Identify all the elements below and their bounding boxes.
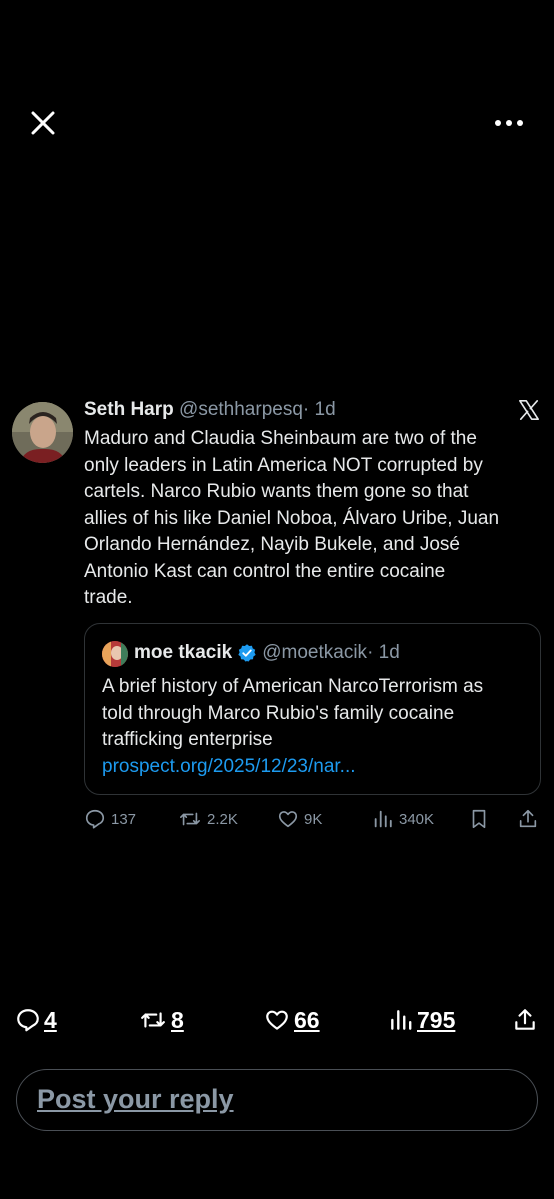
tweet-text-line: cartels. Narco Rubio wants them gone so … (84, 481, 469, 502)
avatar-image (12, 402, 73, 463)
repost-count: 2.2K (207, 810, 238, 828)
share-icon (515, 1009, 535, 1030)
like-count: 9K (304, 810, 323, 828)
share-action[interactable] (512, 1004, 538, 1036)
tweet-text: Maduro and Claudia Sheinbaum are two of … (84, 426, 544, 612)
tweet-like-count[interactable]: 9K (277, 806, 322, 832)
author-name[interactable]: Seth Harp (84, 399, 174, 420)
quoted-time: · 1d (367, 642, 400, 663)
tweet-text-line: Maduro and Claudia Sheinbaum are two of … (84, 428, 477, 449)
reply-input[interactable]: Post your reply (16, 1069, 538, 1131)
quoted-text: A brief history of American NarcoTerrori… (102, 674, 532, 780)
view-count: 340K (399, 810, 435, 828)
tweet-text-line: Orlando Hernández, Nayib Bukele, and Jos… (84, 534, 461, 555)
tweet-share[interactable] (517, 806, 544, 832)
reply-icon (17, 1009, 39, 1032)
reply-action[interactable]: 4 (15, 1004, 57, 1036)
reply-count: 137 (111, 810, 137, 828)
repost-icon (180, 812, 200, 826)
quoted-author-name: moe tkacik (134, 642, 233, 663)
quoted-text-line: trafficking enterprise (102, 729, 273, 750)
author-handle[interactable]: @sethharpesq (179, 399, 303, 420)
repost-icon (141, 1012, 165, 1028)
quoted-link[interactable]: prospect.org/2025/12/23/nar... (102, 754, 532, 781)
views-icon (374, 810, 392, 828)
reply-placeholder: Post your reply (37, 1084, 234, 1114)
views-action-count: 795 (417, 1006, 456, 1033)
repost-action[interactable]: 8 (138, 1004, 184, 1036)
more-options-button[interactable] (492, 108, 526, 138)
repost-action-count: 8 (171, 1006, 184, 1033)
bookmark-icon (472, 809, 486, 829)
tweet-repost-count[interactable]: 2.2K (178, 806, 238, 832)
tweet-text-line: only leaders in Latin America NOT corrup… (84, 454, 483, 476)
like-action-count: 66 (294, 1006, 320, 1033)
verified-badge-icon (238, 644, 256, 662)
views-icon (391, 1010, 412, 1030)
heart-icon (278, 811, 298, 828)
tweet-time: · 1d (302, 399, 336, 420)
quoted-avatar-image (102, 641, 128, 667)
quoted-header: moe tkacik @moetkacik · 1d (134, 642, 400, 664)
tweet-text-line: allies of his like Daniel Noboa, Álvaro … (84, 507, 500, 529)
share-icon (519, 809, 537, 828)
tweet-header: Seth Harp @sethharpesq· 1d (84, 399, 336, 421)
heart-icon (266, 1010, 288, 1030)
quoted-handle: @moetkacik (262, 642, 368, 663)
avatar[interactable] (12, 402, 73, 463)
close-button[interactable] (28, 108, 58, 138)
views-action[interactable]: 795 (388, 1004, 455, 1036)
tweet-text-line: Antonio Kast can control the entire coca… (84, 560, 446, 582)
quoted-avatar (102, 641, 128, 667)
quoted-tweet[interactable]: moe tkacik @moetkacik · 1d A brief histor… (84, 623, 541, 795)
tweet-view-count[interactable]: 340K (372, 806, 434, 832)
tweet-reply-count[interactable]: 137 (84, 806, 136, 832)
x-logo-icon (519, 400, 539, 420)
more-horizontal-icon (495, 120, 523, 126)
tweet-bookmark[interactable] (468, 806, 495, 832)
like-action[interactable]: 66 (263, 1004, 320, 1036)
quoted-text-line: A brief history of American NarcoTerrori… (102, 676, 484, 697)
quoted-text-line: told through Marco Rubio's family cocain… (102, 702, 455, 724)
reply-icon (85, 809, 105, 829)
close-icon (31, 111, 55, 135)
reply-action-count: 4 (44, 1006, 57, 1033)
tweet-text-line: trade. (84, 587, 133, 608)
